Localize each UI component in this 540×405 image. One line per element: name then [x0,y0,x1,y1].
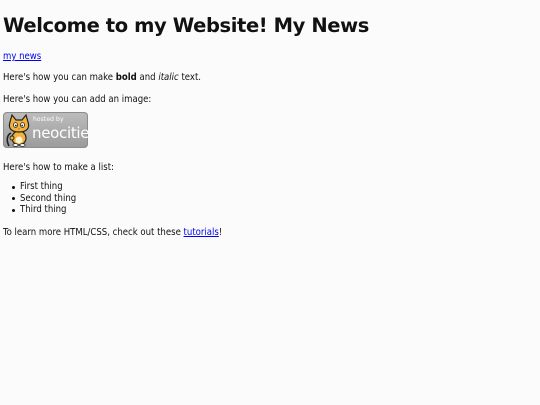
my-news-link[interactable]: my news [3,51,41,62]
formatting-paragraph: Here's how you can make bold and italic … [3,72,201,83]
page-title: Welcome to my Website! My News [3,14,369,37]
badge-neocities-text: neocities [32,124,88,142]
neocities-cat-icon [6,113,30,147]
italic-text: italic [158,72,179,83]
badge-hosted-by-text: hosted by [33,116,64,123]
list-item: Third thing [11,204,76,216]
image-intro-paragraph: Here's how you can add an image: [3,94,152,105]
list-item: First thing [11,181,76,193]
learn-suffix: ! [218,227,223,238]
badge-container: hosted by neocities [3,112,88,148]
news-link-paragraph: my news [3,51,41,62]
intro-prefix: Here's how you can make [3,72,116,83]
intro-suffix: text. [178,72,202,83]
tutorials-link[interactable]: tutorials [184,227,219,238]
list-item: Second thing [11,192,77,204]
example-list: First thing Second thing Third thing [3,181,76,216]
intro-middle: and [136,72,159,83]
list-intro-paragraph: Here's how to make a list: [3,162,114,173]
page-content: Welcome to my Website! My News my news H… [3,0,533,238]
learn-prefix: To learn more HTML/CSS, check out these [3,227,184,238]
hosted-by-neocities-badge[interactable]: hosted by neocities [3,112,88,148]
learn-more-paragraph: To learn more HTML/CSS, check out these … [3,227,222,238]
bold-text: bold [115,72,137,83]
